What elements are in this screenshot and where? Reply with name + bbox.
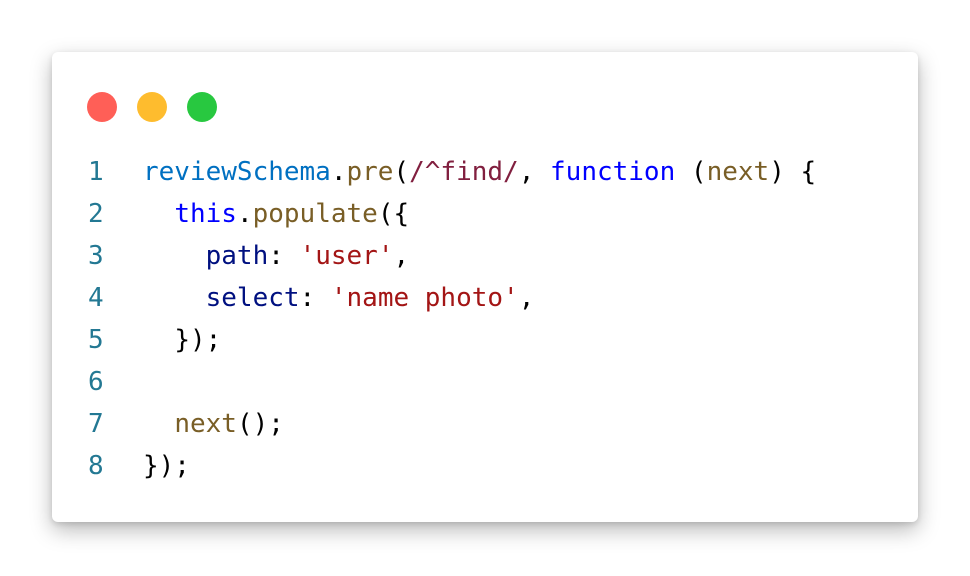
code-token: this xyxy=(174,199,237,229)
code-token: , xyxy=(518,157,551,187)
code-text: }); xyxy=(143,319,221,361)
line-number: 4 xyxy=(88,283,104,313)
close-dot-icon[interactable] xyxy=(87,92,117,122)
code-token: /^find/ xyxy=(409,157,519,187)
code-token: function xyxy=(550,157,676,187)
code-line: 8}); xyxy=(88,445,816,487)
line-number: 5 xyxy=(88,325,104,355)
minimize-dot-icon[interactable] xyxy=(137,92,167,122)
code-line: 6 xyxy=(88,361,816,403)
code-token: , xyxy=(518,283,535,313)
line-number: 8 xyxy=(88,451,104,481)
code-token: : xyxy=(268,241,300,271)
code-line: 1 reviewSchema.pre(/^find/, function (nex… xyxy=(88,151,816,193)
code-token: }); xyxy=(174,325,222,355)
code-token: next xyxy=(174,409,237,439)
code-token: , xyxy=(393,241,410,271)
code-text: select: 'name photo', xyxy=(143,277,535,319)
code-line: 7 next(); xyxy=(88,403,816,445)
code-token: next xyxy=(706,157,770,187)
line-number: 6 xyxy=(88,367,104,397)
code-token: 'user' xyxy=(299,241,394,271)
code-token: : xyxy=(299,283,331,313)
line-number: 7 xyxy=(88,409,104,439)
code-token: pre xyxy=(346,157,394,187)
maximize-dot-icon[interactable] xyxy=(187,92,217,122)
code-token: populate xyxy=(252,199,378,229)
code-line: 5 }); xyxy=(88,319,816,361)
code-token: ({ xyxy=(377,199,410,229)
code-token: . xyxy=(330,157,347,187)
line-number: 3 xyxy=(88,241,104,271)
code-token: ) { xyxy=(769,157,817,187)
code-token: . xyxy=(236,199,253,229)
code-text: reviewSchema.pre(/^find/, function (next… xyxy=(143,151,816,193)
code-token: (); xyxy=(236,409,284,439)
code-text: next(); xyxy=(143,403,284,445)
code-token: }); xyxy=(143,451,190,481)
code-block: 1 reviewSchema.pre(/^find/, function (nex… xyxy=(88,151,816,487)
code-token: ( xyxy=(393,157,410,187)
code-line: 3 path: 'user', xyxy=(88,235,816,277)
code-line: 4 select: 'name photo', xyxy=(88,277,816,319)
code-text: path: 'user', xyxy=(143,235,410,277)
line-number: 2 xyxy=(88,199,104,229)
code-window: 1 reviewSchema.pre(/^find/, function (nex… xyxy=(52,52,918,522)
code-token: ( xyxy=(675,157,707,187)
code-token: reviewSchema xyxy=(143,157,331,187)
code-text: }); xyxy=(143,445,190,487)
line-number: 1 xyxy=(88,157,104,187)
code-line: 2 this.populate({ xyxy=(88,193,816,235)
code-text: this.populate({ xyxy=(143,193,409,235)
code-token: 'name photo' xyxy=(330,283,519,313)
code-token: path xyxy=(205,241,269,271)
code-token: select xyxy=(205,283,300,313)
